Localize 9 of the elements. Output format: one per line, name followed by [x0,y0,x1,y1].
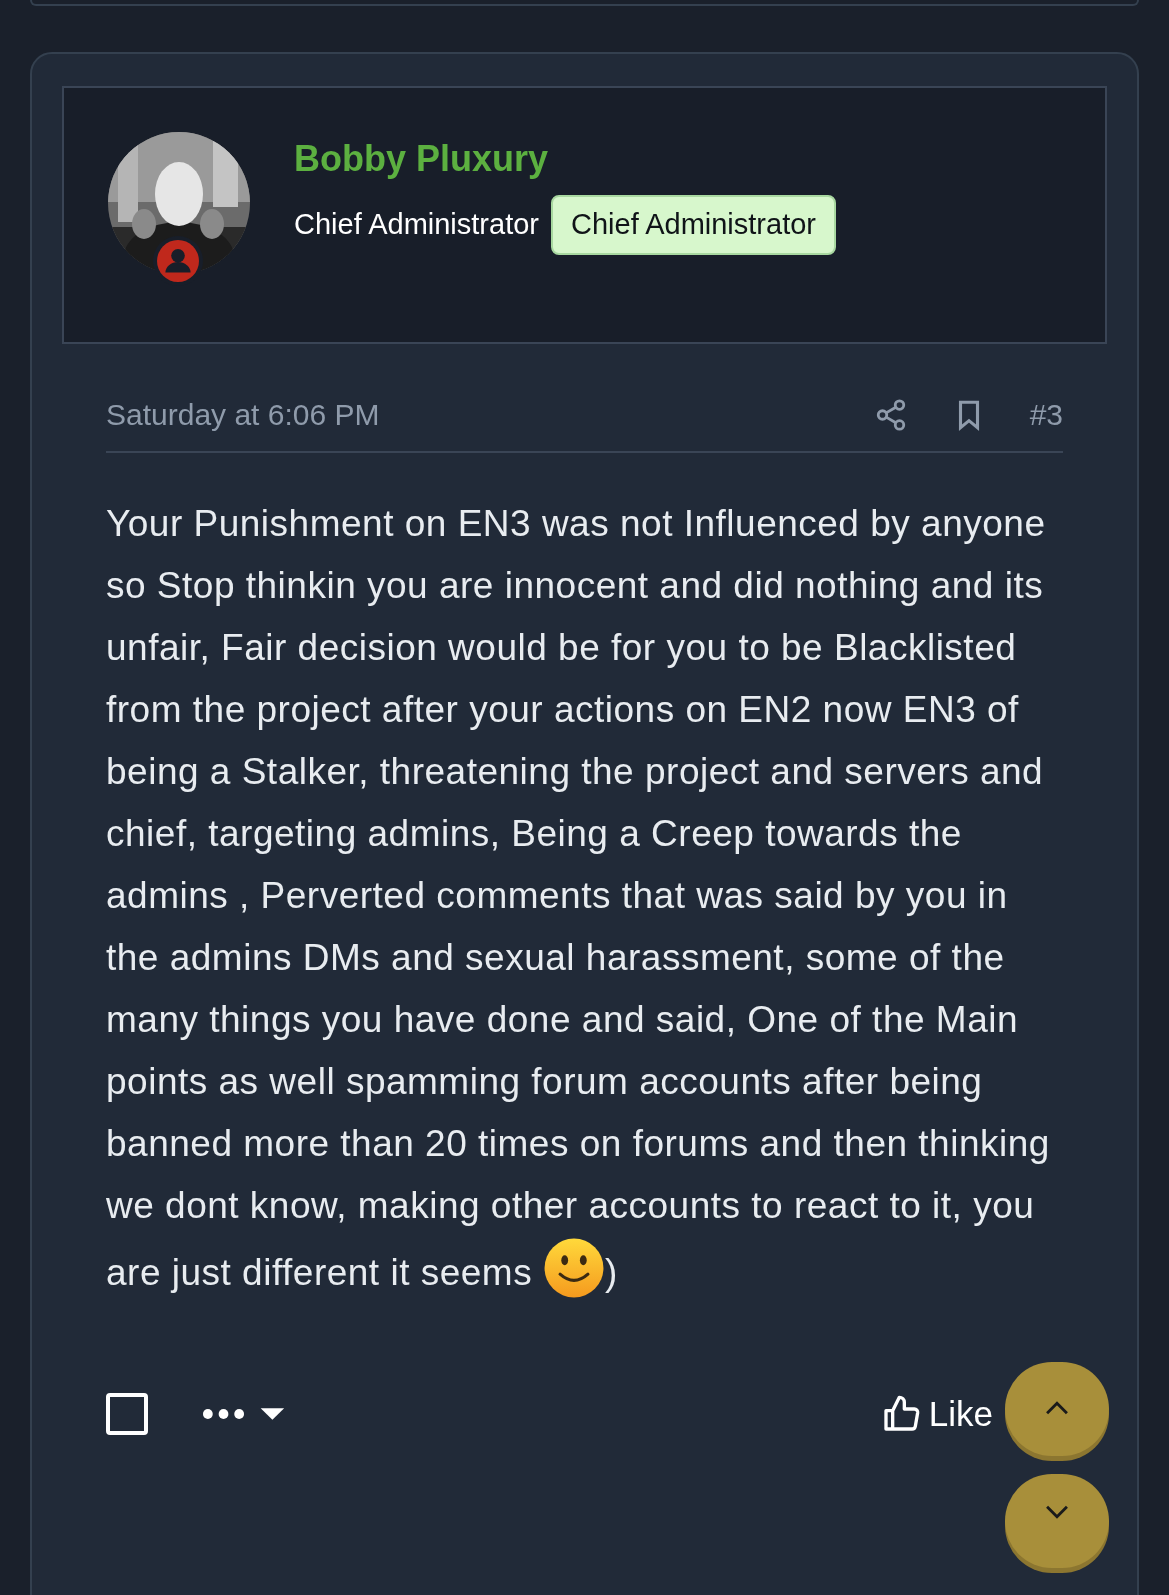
post-body: Your Punishment on EN3 was not Influenced by anyone so Stop thinkin you are innocent and did nothing and its unfair, Fair decision would be for you to be Blacklisted from the project after your actions on EN2 now EN3 of being a Stalker, threatening the project and servers and chief, targeting admins, Being a Creep towards the admins , Perverted comments that was said by you in the admins DMs and sexual harassment, some of the many things you have done and said, One of the Main points as well spamming forum accounts after being banned more than 20 times on forums and then thinking we dont know, making other accounts to react to it, you are just different it seems ) [106,493,1063,1304]
select-checkbox[interactable] [106,1393,148,1436]
role-badge: Chief Administrator [551,195,836,255]
like-button[interactable]: Like [880,1388,993,1441]
author-name[interactable]: Bobby Pluxury [294,136,836,181]
post-time[interactable]: Saturday at 6:06 PM [106,392,874,437]
smiley-icon [542,1237,605,1299]
post-number[interactable]: #3 [1029,392,1063,437]
author-title: Chief Administrator [294,207,539,242]
